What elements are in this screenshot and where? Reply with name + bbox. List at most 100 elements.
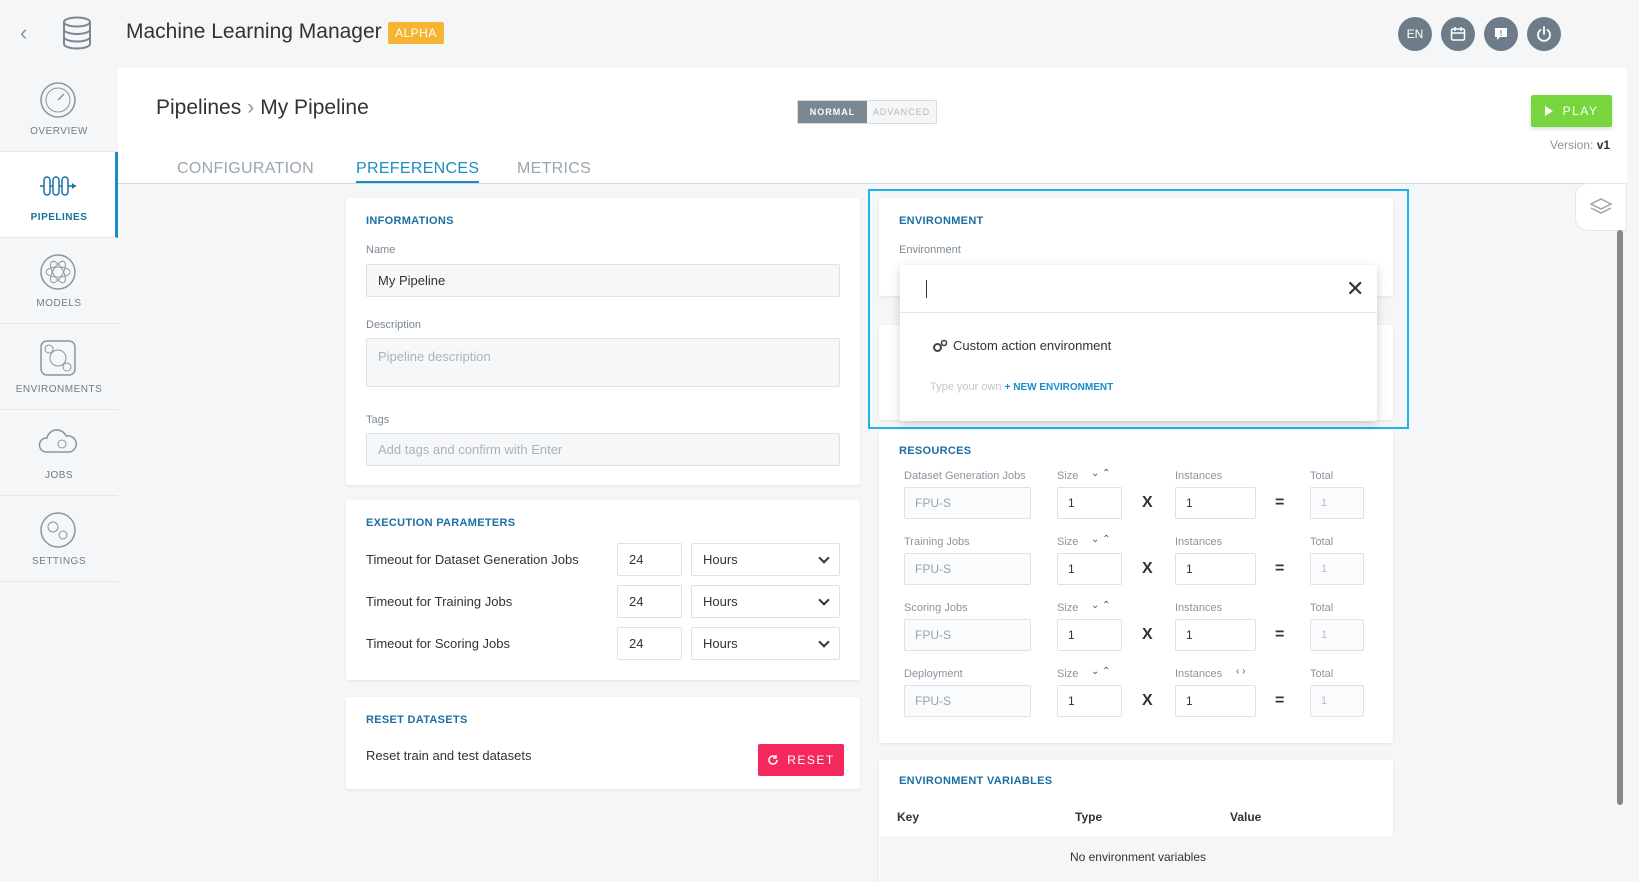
chevron-down-icon <box>818 551 830 564</box>
sidebar-item-overview[interactable]: OVERVIEW <box>0 66 118 152</box>
informations-title: INFORMATIONS <box>366 215 454 227</box>
calendar-button[interactable] <box>1441 17 1475 51</box>
instances-header: Instances <box>1175 536 1223 548</box>
sidebar: OVERVIEW PIPELINES MODELS ENVIRONMENTS J… <box>0 66 118 586</box>
timeout-scoring-unit-select[interactable]: Hours <box>691 627 840 660</box>
sort-arrows-icon[interactable]: ⌄ ⌃ <box>1091 600 1111 611</box>
reset-button[interactable]: RESET <box>758 744 844 776</box>
sidebar-item-environments[interactable]: ENVIRONMENTS <box>0 324 118 410</box>
env-col-key: Key <box>897 810 920 824</box>
timeout-training-unit-select[interactable]: Hours <box>691 585 840 618</box>
chevron-down-icon <box>818 635 830 648</box>
multiply-sign: X <box>1142 560 1153 577</box>
tags-input[interactable]: Add tags and confirm with Enter <box>366 433 840 466</box>
total-header: Total <box>1310 470 1334 482</box>
timeout-scoring-input[interactable]: 24 <box>617 627 682 660</box>
new-environment-link[interactable]: + NEW ENVIRONMENT <box>1005 382 1114 393</box>
instances-header: Instances <box>1175 470 1223 482</box>
tags-label: Tags <box>366 414 390 426</box>
sort-arrows-icon[interactable]: ⌄ ⌃ <box>1091 534 1111 545</box>
sidebar-item-label: OVERVIEW <box>30 126 88 137</box>
resource-type-input[interactable]: FPU-S <box>904 553 1031 585</box>
gauge-icon <box>40 82 76 118</box>
env-col-type: Type <box>1075 810 1103 824</box>
breadcrumb: Pipelines › My Pipeline <box>156 96 369 120</box>
sidebar-item-label: JOBS <box>44 470 74 481</box>
environment-option[interactable]: Custom action environment <box>932 338 1111 353</box>
resource-size-input[interactable]: 1 <box>1057 619 1122 651</box>
page-scrollbar[interactable] <box>1617 230 1623 805</box>
resource-type-input[interactable]: FPU-S <box>904 619 1031 651</box>
power-button[interactable] <box>1527 17 1561 51</box>
sidebar-item-settings[interactable]: SETTINGS <box>0 496 118 582</box>
sidebar-item-jobs[interactable]: JOBS <box>0 410 118 496</box>
resource-instances-input[interactable]: 1 <box>1175 553 1256 585</box>
resource-total-input: 1 <box>1310 619 1364 651</box>
mode-normal-button[interactable]: NORMAL <box>798 101 867 123</box>
back-chevron-icon[interactable]: ‹ <box>20 20 40 46</box>
atom-icon <box>40 254 76 290</box>
jobs-cloud-icon <box>38 429 77 453</box>
reset-label: Reset train and test datasets <box>366 748 532 763</box>
equals-sign: = <box>1275 560 1285 577</box>
tab-bar: CONFIGURATION PREFERENCES METRICS <box>118 150 1627 184</box>
sort-arrows-icon[interactable]: ⌄ ⌃ <box>1091 666 1111 677</box>
resource-type-input[interactable]: FPU-S <box>904 685 1031 717</box>
name-input[interactable]: My Pipeline <box>366 264 840 297</box>
top-bar: ‹ Machine Learning Manager ALPHA EN ! <box>0 0 1639 66</box>
close-icon[interactable]: ✕ <box>1346 276 1364 302</box>
sidebar-item-label: MODELS <box>36 298 82 309</box>
text-caret <box>926 280 927 298</box>
instances-header: Instances <box>1175 602 1223 614</box>
help-button[interactable]: ! <box>1484 17 1518 51</box>
execution-title: EXECUTION PARAMETERS <box>366 517 516 529</box>
tab-configuration[interactable]: CONFIGURATION <box>177 160 314 178</box>
equals-sign: = <box>1275 626 1285 643</box>
size-header: Size <box>1057 668 1079 680</box>
sidebar-item-pipelines[interactable]: PIPELINES <box>0 152 118 238</box>
resource-type-input[interactable]: FPU-S <box>904 487 1031 519</box>
sidebar-item-models[interactable]: MODELS <box>0 238 118 324</box>
environment-search-input[interactable]: ✕ <box>900 265 1377 313</box>
mode-toggle[interactable]: NORMAL ADVANCED <box>797 100 937 124</box>
resource-instances-input[interactable]: 1 <box>1175 685 1256 717</box>
language-button[interactable]: EN <box>1398 17 1432 51</box>
timeout-dataset-label: Timeout for Dataset Generation Jobs <box>366 552 579 567</box>
resource-size-input[interactable]: 1 <box>1057 685 1122 717</box>
refresh-icon <box>768 755 778 765</box>
resource-size-input[interactable]: 1 <box>1057 487 1122 519</box>
svg-text:!: ! <box>1500 29 1503 38</box>
resource-size-input[interactable]: 1 <box>1057 553 1122 585</box>
sidebar-item-label: ENVIRONMENTS <box>15 384 103 395</box>
new-environment-row: Type your own + NEW ENVIRONMENT <box>930 381 1113 393</box>
informations-card: INFORMATIONS Name My Pipeline Descriptio… <box>346 198 860 485</box>
instances-stepper-icon[interactable]: ‹ › <box>1236 666 1245 677</box>
select-value: Hours <box>703 594 738 609</box>
resource-instances-input[interactable]: 1 <box>1175 487 1256 519</box>
timeout-dataset-input[interactable]: 24 <box>617 543 682 576</box>
reset-title: RESET DATASETS <box>366 714 468 726</box>
execution-parameters-card: EXECUTION PARAMETERS Timeout for Dataset… <box>346 500 860 680</box>
instances-header: Instances <box>1175 668 1223 680</box>
size-header: Size <box>1057 470 1079 482</box>
description-label: Description <box>366 319 422 331</box>
resource-instances-input[interactable]: 1 <box>1175 619 1256 651</box>
description-input[interactable]: Pipeline description <box>366 338 840 387</box>
layers-panel-toggle[interactable] <box>1575 183 1627 231</box>
sort-arrows-icon[interactable]: ⌄ ⌃ <box>1091 468 1111 479</box>
mode-advanced-button[interactable]: ADVANCED <box>867 101 936 123</box>
select-value: Hours <box>703 552 738 567</box>
breadcrumb-root[interactable]: Pipelines <box>156 96 241 119</box>
timeout-dataset-unit-select[interactable]: Hours <box>691 543 840 576</box>
tab-metrics[interactable]: METRICS <box>517 160 591 178</box>
timeout-training-input[interactable]: 24 <box>617 585 682 618</box>
play-button[interactable]: PLAY <box>1531 95 1612 127</box>
tab-preferences[interactable]: PREFERENCES <box>356 160 480 183</box>
multiply-sign: X <box>1142 626 1153 643</box>
play-icon <box>1544 106 1553 116</box>
layers-icon <box>1589 198 1613 214</box>
sidebar-item-label: PIPELINES <box>30 212 88 223</box>
gears-icon <box>40 512 76 548</box>
size-header: Size <box>1057 602 1079 614</box>
power-icon <box>1537 26 1551 42</box>
